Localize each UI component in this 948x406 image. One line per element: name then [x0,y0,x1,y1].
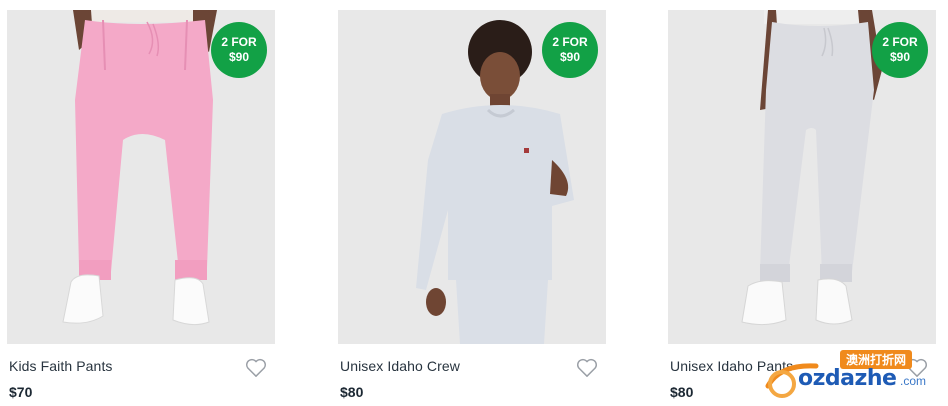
product-card[interactable]: 2 FOR $90 Kids Faith Pants $70 [7,0,275,406]
watermark-suffix: .com [900,374,927,388]
promo-badge-line2: $90 [889,50,911,64]
promo-badge-line1: 2 FOR [552,35,588,49]
promo-badge-line1: 2 FOR [882,35,918,49]
product-image[interactable]: 2 FOR $90 [7,10,275,344]
heart-outline-icon[interactable] [576,358,598,378]
product-card[interactable]: 2 FOR $90 Unisex Idaho Crew $80 [338,0,606,406]
product-name[interactable]: Kids Faith Pants [9,358,113,374]
product-price: $80 [340,384,364,400]
heart-outline-icon[interactable] [245,358,267,378]
watermark-text: ozdazhe [798,366,897,391]
promo-badge: 2 FOR $90 [872,22,928,78]
promo-badge-line2: $90 [228,50,250,64]
product-price: $70 [9,384,33,400]
product-price: $80 [670,384,694,400]
promo-badge-line1: 2 FOR [221,35,257,49]
product-image[interactable]: 2 FOR $90 [668,10,936,344]
promo-badge: 2 FOR $90 [211,22,267,78]
product-name[interactable]: Unisex Idaho Crew [340,358,460,374]
promo-badge-line2: $90 [559,50,581,64]
site-watermark: 澳洲打折网 ozdazhe .com [760,346,948,406]
promo-badge: 2 FOR $90 [542,22,598,78]
product-image[interactable]: 2 FOR $90 [338,10,606,344]
